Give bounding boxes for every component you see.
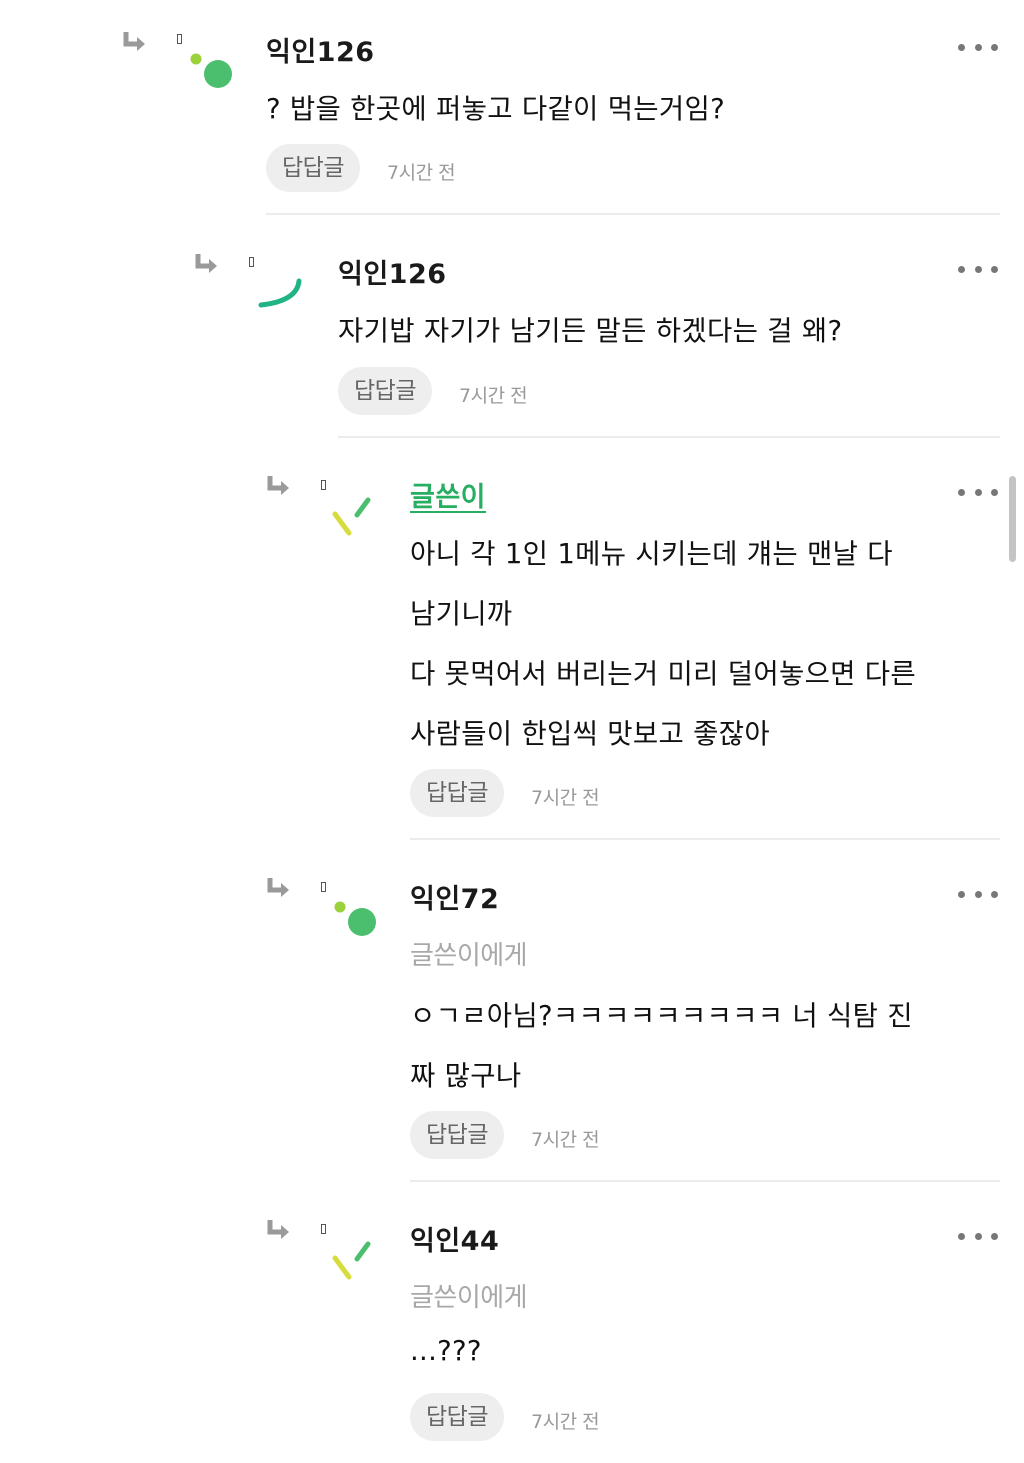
comment-time: 7시간 전 [531,1129,600,1151]
dots-avatar-icon[interactable] [321,882,391,952]
divider [410,1180,1000,1182]
reply-target: 글쓴이에게 [410,941,528,971]
comment-text-line: 아니 각 1인 1메뉴 시키는데 걔는 맨날 다 [410,538,893,570]
divider [266,213,1000,215]
comment-time: 7시간 전 [459,385,528,407]
more-options-icon[interactable] [958,889,998,899]
reply-arrow-icon [123,32,145,51]
comment-text-line: 짜 많구나 [410,1060,522,1092]
reply-arrow-icon [195,254,217,273]
more-options-icon[interactable] [958,42,998,52]
more-options-icon[interactable] [958,487,998,497]
slashes-avatar-icon[interactable] [321,1224,391,1294]
reply-button[interactable]: 답답글 [266,144,360,192]
more-options-icon[interactable] [958,1231,998,1241]
dots-avatar-icon[interactable] [177,34,247,104]
comment-text-line: 사람들이 한입씩 맛보고 좋잖아 [410,718,770,750]
comment-author[interactable]: 익인44 [410,1219,499,1258]
comment-text-line: 자기밥 자기가 남기든 말든 하겠다는 걸 왜? [338,315,843,347]
comment-author[interactable]: 익인126 [266,30,375,69]
divider [410,838,1000,840]
reply-arrow-icon [267,476,289,495]
comment-time: 7시간 전 [387,162,456,184]
reply-button[interactable]: 답답글 [410,1111,504,1159]
reply-target: 글쓴이에게 [410,1283,528,1313]
comment-text-line: ...??? [410,1335,482,1367]
comment-text-line: 남기니까 [410,598,513,630]
reply-button[interactable]: 답답글 [410,1393,504,1441]
reply-button[interactable]: 답답글 [338,367,432,415]
reply-arrow-icon [267,1220,289,1239]
slashes-avatar-icon[interactable] [321,480,391,550]
scrollbar[interactable] [1009,476,1016,562]
comment-text-line: ㅇㄱㄹ아님?ㅋㅋㅋㅋㅋㅋㅋㅋㅋ 너 식탐 진 [410,1000,913,1032]
reply-button[interactable]: 답답글 [410,769,504,817]
comment-text-line: 다 못먹어서 버리는거 미리 덜어놓으면 다른 [410,658,917,690]
comment-author[interactable]: 익인72 [410,877,499,916]
divider [338,436,1000,438]
comment-time: 7시간 전 [531,787,600,809]
comment-time: 7시간 전 [531,1411,600,1433]
comment-author[interactable]: 익인126 [338,252,447,291]
more-options-icon[interactable] [958,264,998,274]
arc-avatar-icon[interactable] [249,257,319,327]
reply-arrow-icon [267,878,289,897]
comment-text-line: ? 밥을 한곳에 퍼놓고 다같이 먹는거임? [266,93,725,125]
comment-author-op[interactable]: 글쓴이 [410,475,486,514]
